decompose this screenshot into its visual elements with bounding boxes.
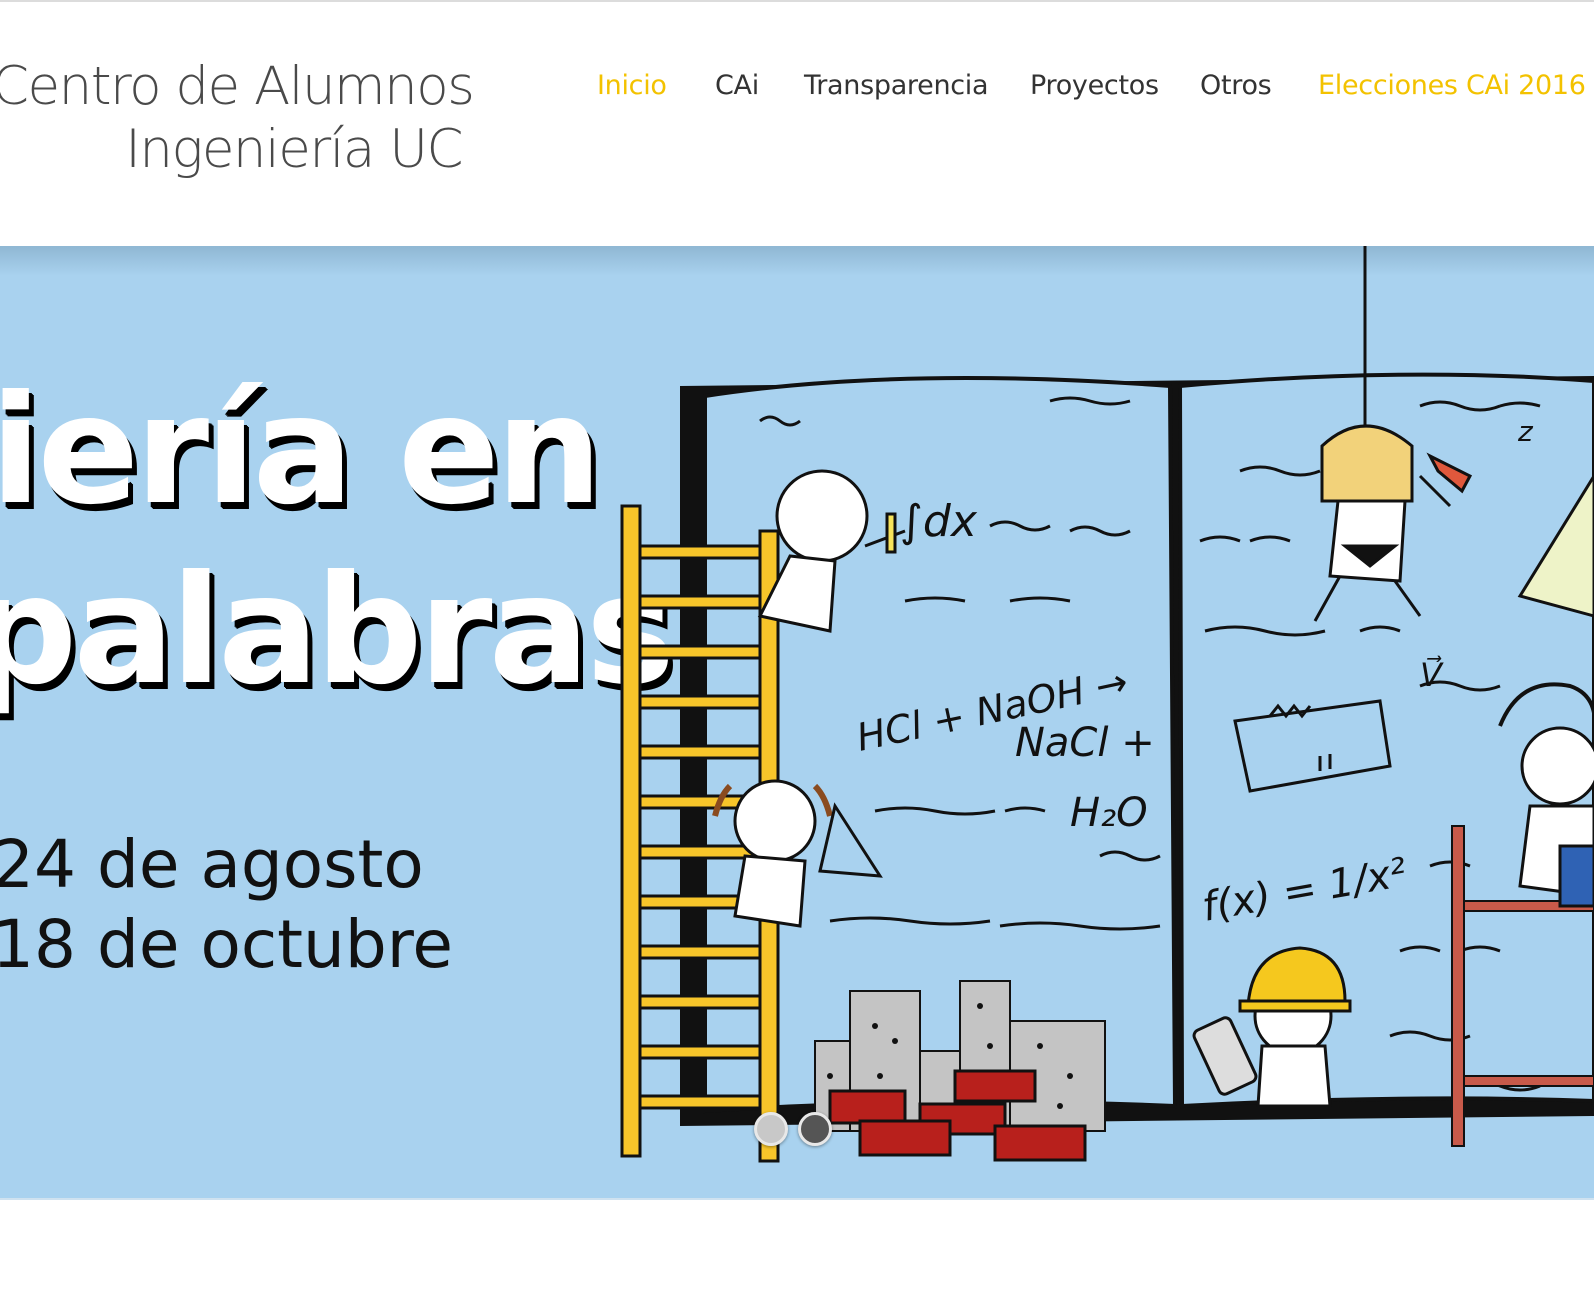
nav-item-transparencia[interactable]: Transparencia [804,70,989,101]
nav-item-otros[interactable]: Otros [1200,70,1272,101]
reaction-text-3: H₂O [1070,790,1148,836]
nav-item-elecciones[interactable]: Elecciones CAi 2016 [1318,70,1586,101]
hero-headline-line-1: iería en [0,364,603,538]
nav-item-inicio[interactable]: Inicio [597,70,667,101]
nav-item-proyectos[interactable]: Proyectos [1030,70,1159,101]
hero-slider[interactable]: iería en palabras 24 de agosto 18 de oct… [0,246,1594,1200]
integral-text: ∫dx [900,496,978,547]
reaction-text-2: NaCl + [1015,720,1155,766]
top-border [0,0,1594,2]
hero-date-start: 24 de agosto [0,826,424,903]
vector-text: V⃗ [1420,655,1444,694]
nav-item-cai[interactable]: CAi [715,70,759,101]
hero-date-end: 18 de octubre [0,906,454,983]
book-illustration: ∫dx HCl + NaOH → NaCl + H₂O f(x) = 1/x² … [620,246,1594,1163]
logo-line-2: Ingeniería UC [125,119,463,180]
slider-dot-1[interactable] [754,1112,788,1146]
main-navigation: Inicio CAi Transparencia Proyectos Otros… [0,70,1594,110]
slider-dot-2[interactable] [798,1112,832,1146]
hero-headline-line-2: palabras [0,544,675,718]
axis-text: z [1517,415,1534,448]
